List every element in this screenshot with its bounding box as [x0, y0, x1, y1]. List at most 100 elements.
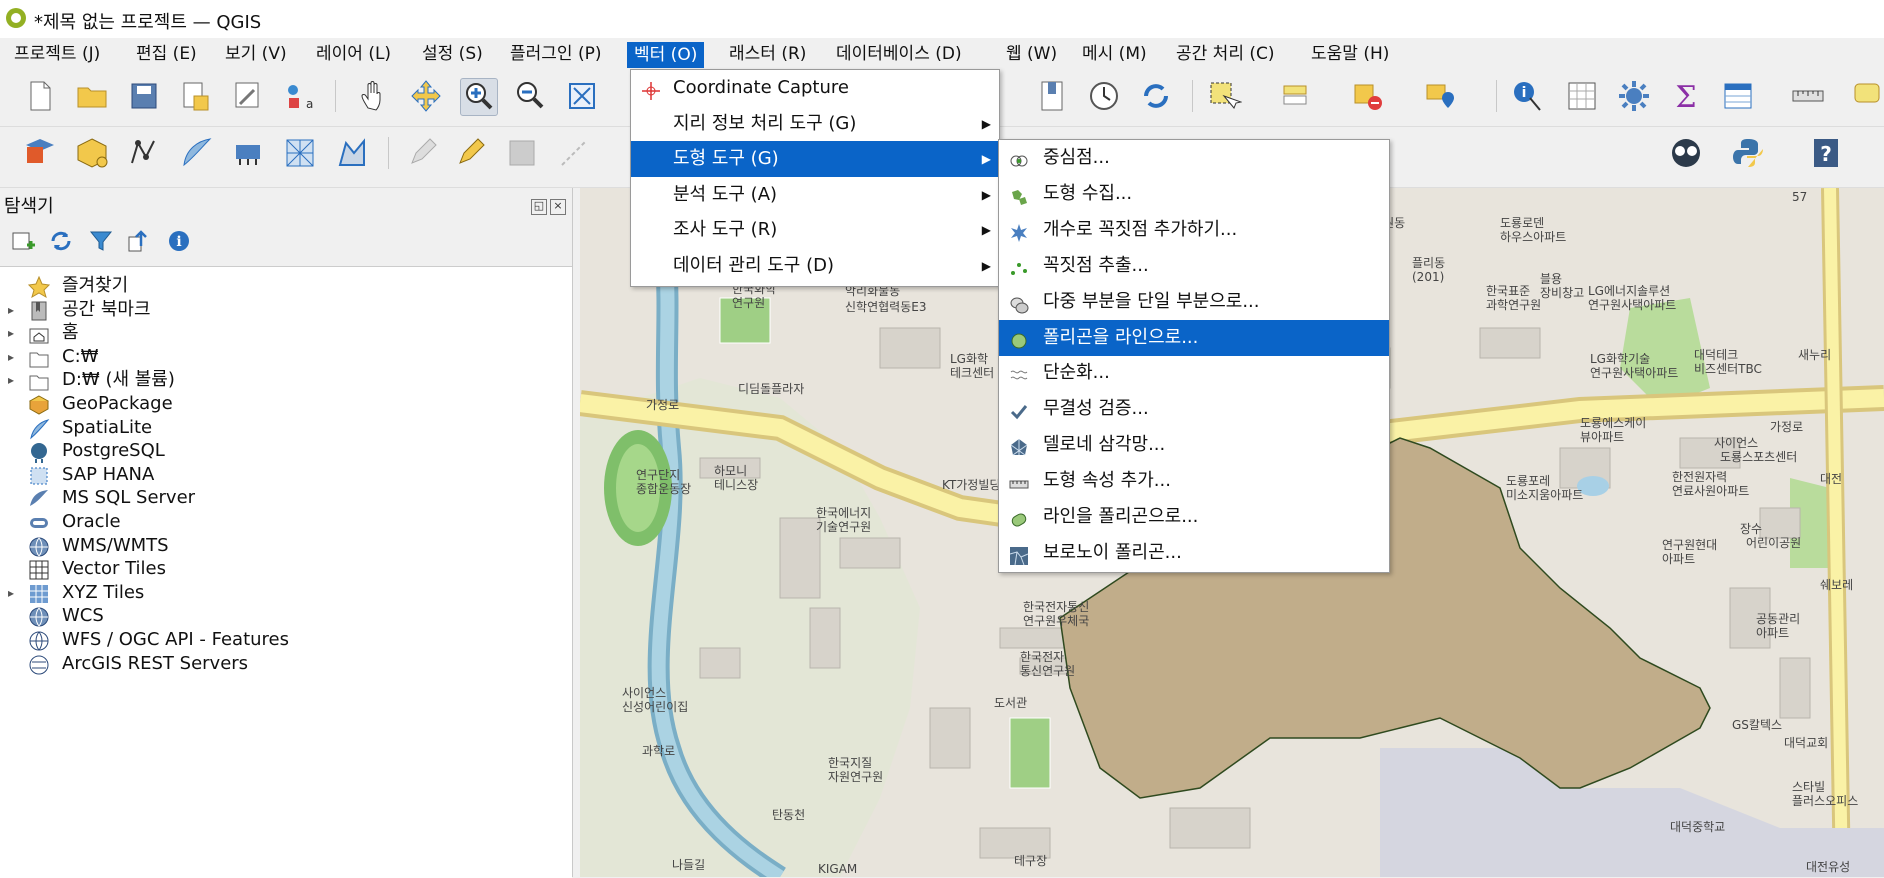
geometry-tool-item[interactable]: 도형 수집... [999, 176, 1389, 212]
geometry-tool-item[interactable]: 개수로 꼭짓점 추가하기... [999, 212, 1389, 248]
browser-panel: 탐색기 ◱ × i 즐겨찾기 ▸ 공간 북마크 ▸ 홈 ▸ C:₩ ▸ D:₩ (새 볼륨) Geo… [0, 188, 573, 878]
vector-menu-item[interactable]: 조사 도구 (R) ▶ [631, 212, 999, 248]
zoom-in-icon[interactable] [460, 78, 498, 116]
svg-text:a: a [306, 97, 313, 111]
menu-2[interactable]: 보기 (V) [223, 42, 289, 66]
new-geopackage-layer-icon[interactable] [22, 135, 58, 171]
geometry-tool-item[interactable]: 도형 속성 추가... [999, 463, 1389, 499]
measure-line-icon[interactable] [1790, 78, 1826, 114]
browser-item-label: WCS [62, 605, 104, 627]
close-panel-button[interactable]: × [550, 199, 566, 215]
save-edits-icon[interactable] [504, 135, 540, 171]
expand-arrow-icon[interactable]: ▸ [8, 320, 14, 346]
zoom-out-icon[interactable] [512, 78, 548, 114]
map-label: 디딤돌플라자 [738, 382, 805, 396]
map-label: 57 [1792, 190, 1808, 204]
save-project-icon[interactable] [126, 78, 162, 114]
geometry-tool-item[interactable]: 폴리곤을 라인으로... [999, 319, 1389, 356]
geometry-tool-item[interactable]: 단순화... [999, 355, 1389, 391]
filter-icon[interactable] [88, 228, 114, 254]
geometry-tool-item[interactable]: 꼭짓점 추출... [999, 248, 1389, 284]
vector-menu-item[interactable]: 지리 정보 처리 도구 (G) ▶ [631, 106, 999, 142]
menu-3[interactable]: 레이어 (L) [314, 42, 393, 66]
vector-menu-item[interactable]: Coordinate Capture [631, 70, 999, 106]
menu-12[interactable]: 도움말 (H) [1309, 42, 1391, 66]
geometry-tool-label: 델로네 삼각망... [1043, 434, 1166, 456]
geometry-tool-item[interactable]: 무결성 검증... [999, 391, 1389, 427]
menu-8[interactable]: 데이터베이스 (D) [834, 42, 964, 66]
current-edits-icon[interactable] [404, 135, 440, 171]
svg-text:i: i [176, 234, 181, 250]
menu-4[interactable]: 설정 (S) [420, 42, 485, 66]
menu-10[interactable]: 메시 (M) [1080, 42, 1149, 66]
add-layer-icon[interactable] [10, 228, 36, 254]
select-features-icon[interactable] [1206, 78, 1243, 114]
browser-item-label: C:₩ [62, 345, 99, 367]
select-by-location-icon[interactable] [1422, 78, 1458, 114]
attribute-select-icon[interactable] [1278, 78, 1314, 114]
vector-menu-item-label: Coordinate Capture [673, 77, 849, 98]
label-tool-icon[interactable] [1668, 135, 1704, 171]
layer-styling-icon[interactable]: a [282, 78, 318, 114]
temporal-controller-icon[interactable] [1086, 78, 1122, 114]
menu-0[interactable]: 프로젝트 (J) [12, 42, 102, 66]
expand-arrow-icon[interactable]: ▸ [8, 367, 14, 393]
menu-5[interactable]: 플러그인 (P) [508, 42, 603, 66]
new-print-layout-icon[interactable] [178, 78, 214, 114]
processing-toolbox-icon[interactable] [1616, 78, 1652, 114]
info-icon[interactable]: i [166, 228, 192, 254]
map-tips-icon[interactable] [1850, 78, 1884, 114]
toggle-editing-icon[interactable] [452, 135, 488, 171]
map-label: 탄동천 [772, 808, 806, 822]
new-mesh-layer-icon[interactable] [282, 135, 318, 171]
new-temporary-layer-icon[interactable] [126, 135, 162, 171]
python-console-icon[interactable] [1730, 135, 1766, 171]
zoom-full-icon[interactable] [564, 78, 600, 114]
geometry-tool-item[interactable]: 중심점... [999, 140, 1389, 176]
open-project-icon[interactable] [74, 78, 110, 114]
pan-to-selection-icon[interactable] [408, 78, 444, 114]
menu-6[interactable]: 벡터 (O) [627, 42, 705, 68]
geometry-tool-item[interactable]: 다중 부분을 단일 부분으로... [999, 284, 1389, 320]
attribute-table-icon[interactable] [1720, 78, 1756, 114]
menu-11[interactable]: 공간 처리 (C) [1174, 42, 1277, 66]
vector-menu-item[interactable]: 도형 도구 (G) ▶ [631, 141, 999, 177]
help-icon[interactable]: ? [1808, 135, 1844, 171]
map-label: 통신연구원 [1020, 664, 1076, 678]
statistical-summary-icon[interactable]: Σ [1668, 78, 1704, 115]
map-label: 대덕교회 [1784, 736, 1829, 750]
menu-1[interactable]: 편집 (E) [134, 42, 199, 66]
new-project-icon[interactable] [22, 78, 58, 114]
expand-arrow-icon[interactable]: ▸ [8, 580, 14, 606]
svg-text:?: ? [1820, 142, 1832, 166]
menu-9[interactable]: 웹 (W) [1004, 42, 1059, 66]
deselect-icon[interactable] [1350, 78, 1386, 114]
vector-menu-item[interactable]: 데이터 관리 도구 (D) ▶ [631, 248, 999, 284]
refresh-map-icon[interactable] [1138, 78, 1174, 114]
map-label: 한국전자 [1020, 650, 1065, 664]
arcgis-icon [28, 654, 50, 676]
pan-map-icon[interactable] [1034, 78, 1070, 114]
geometry-tool-item[interactable]: 델로네 삼각망... [999, 427, 1389, 463]
float-panel-button[interactable]: ◱ [531, 199, 547, 215]
geometry-tool-item[interactable]: 라인을 폴리곤으로... [999, 499, 1389, 535]
menu-7[interactable]: 래스터 (R) [727, 42, 808, 66]
new-virtual-layer-icon[interactable] [230, 135, 266, 171]
vertex-editor-icon[interactable] [334, 135, 370, 171]
collapse-all-icon[interactable] [126, 228, 152, 254]
refresh-icon[interactable] [48, 228, 74, 254]
expand-arrow-icon[interactable]: ▸ [8, 344, 14, 370]
vector-menu-item-label: 도형 도구 (G) [673, 148, 779, 169]
vector-menu-item[interactable]: 분석 도구 (A) ▶ [631, 177, 999, 213]
expand-arrow-icon[interactable]: ▸ [8, 297, 14, 323]
new-shapefile-layer-icon[interactable] [74, 135, 110, 171]
open-field-calculator-icon[interactable] [1564, 78, 1600, 114]
pan-tool-icon[interactable] [356, 78, 392, 114]
digitize-line-icon[interactable] [556, 135, 592, 171]
new-spatialite-layer-icon[interactable] [178, 135, 214, 171]
map-label: 장비창고 [1540, 286, 1585, 300]
style-manager-icon[interactable] [230, 78, 266, 114]
identify-features-icon[interactable]: i [1510, 78, 1546, 114]
folder-icon [28, 370, 50, 392]
geometry-tool-item[interactable]: 보로노이 폴리곤... [999, 535, 1389, 571]
